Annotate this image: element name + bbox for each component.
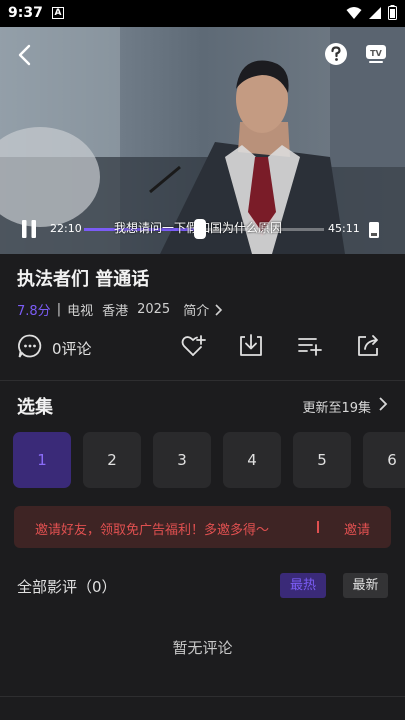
status-icons	[346, 5, 397, 20]
bottom-divider	[0, 696, 405, 697]
episodes-update[interactable]: 更新至19集	[302, 397, 371, 416]
progress-thumb[interactable]	[194, 219, 206, 239]
show-meta: 7.8分 | 电视 香港 2025 简介	[17, 300, 224, 319]
fullscreen-icon[interactable]	[364, 220, 384, 240]
sort-hot-button[interactable]: 最热	[280, 573, 326, 598]
comment-count[interactable]: 0评论	[52, 338, 92, 359]
total-time: 45:11	[328, 222, 360, 235]
signal-icon	[369, 6, 381, 19]
meta-separator: |	[56, 302, 62, 317]
score: 7.8分	[17, 304, 51, 319]
tv-cast-icon[interactable]: TV	[364, 42, 388, 66]
back-arrow-icon[interactable]	[14, 43, 38, 67]
status-bar: 9:37 A	[0, 0, 405, 27]
playlist-add-icon[interactable]	[297, 333, 323, 359]
comment-icon[interactable]	[17, 333, 43, 359]
show-region: 香港	[102, 304, 129, 319]
episode-list: 123456	[0, 432, 405, 488]
current-time: 22:10	[50, 222, 82, 235]
invite-text: 邀请好友，领取免广告福利！多邀多得～	[35, 523, 270, 538]
show-type: 电视	[67, 304, 94, 319]
invite-banner[interactable]: 邀请好友，领取免广告福利！多邀多得～ 邀请	[14, 506, 391, 548]
video-player[interactable]: TV 22:10 我想请问一下假如国为什么原因 45:11	[0, 27, 405, 254]
episode-2[interactable]: 2	[83, 432, 141, 488]
show-title: 执法者们 普通话	[17, 269, 150, 290]
share-icon[interactable]	[355, 333, 381, 359]
episode-4[interactable]: 4	[223, 432, 281, 488]
episode-3[interactable]: 3	[153, 432, 211, 488]
pause-icon[interactable]	[20, 219, 38, 239]
download-icon[interactable]	[238, 333, 264, 359]
reviews-title: 全部影评（0）	[17, 578, 117, 596]
chevron-right-icon[interactable]	[212, 303, 224, 317]
favorite-add-icon[interactable]	[180, 333, 206, 359]
episode-5[interactable]: 5	[293, 432, 351, 488]
episode-6[interactable]: 6	[363, 432, 405, 488]
chevron-right-icon[interactable]	[377, 396, 389, 412]
episodes-title: 选集	[17, 397, 53, 418]
show-year: 2025	[137, 302, 171, 317]
help-icon[interactable]	[324, 42, 348, 66]
invite-button[interactable]: 邀请	[344, 519, 370, 538]
battery-icon	[388, 5, 397, 20]
section-divider	[0, 380, 405, 381]
empty-comments: 暂无评论	[172, 639, 233, 657]
episode-1[interactable]: 1	[13, 432, 71, 488]
intro-link[interactable]: 简介	[183, 300, 209, 319]
sort-new-button[interactable]: 最新	[343, 573, 388, 598]
notification-badge: A	[52, 7, 64, 19]
svg-text:TV: TV	[370, 49, 382, 58]
status-time: 9:37	[8, 5, 43, 21]
wifi-icon	[346, 6, 362, 19]
invite-divider	[317, 521, 319, 533]
